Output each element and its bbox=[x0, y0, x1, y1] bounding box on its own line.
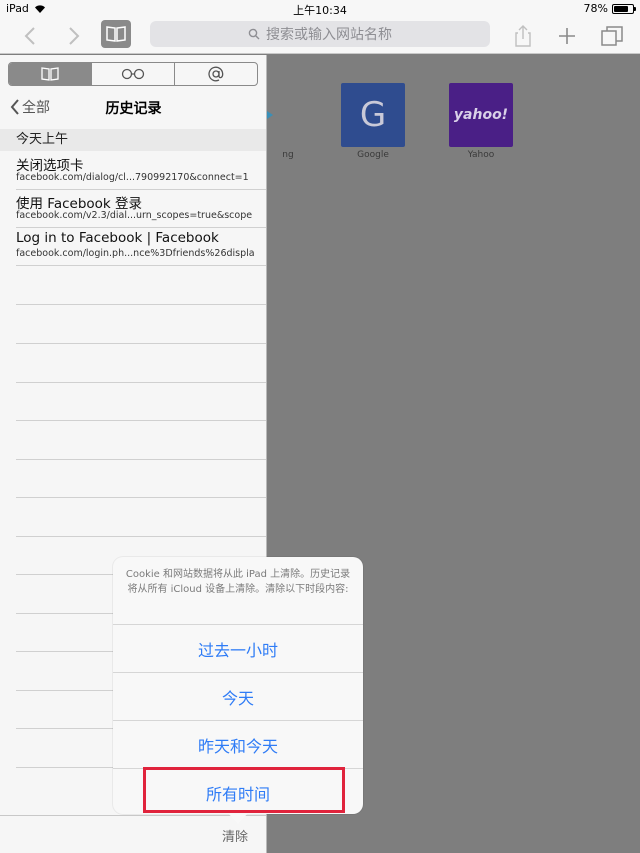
clear-history-button[interactable]: 清除 bbox=[222, 826, 248, 845]
tabs-icon bbox=[601, 26, 623, 46]
favorite-name: Google bbox=[357, 150, 389, 160]
shared-links-icon bbox=[208, 66, 224, 82]
yahoo-icon: yahoo! bbox=[449, 83, 513, 147]
option-today[interactable]: 今天 bbox=[113, 672, 363, 720]
popover-message: Cookie 和网站数据将从此 iPad 上清除。历史记录将从所有 iCloud… bbox=[125, 569, 351, 595]
favorite-tile-google[interactable]: G Google bbox=[341, 83, 405, 160]
reading-list-icon bbox=[121, 68, 145, 80]
empty-row-divider bbox=[16, 536, 266, 537]
history-url: facebook.com/dialog/cl...790992170&conne… bbox=[16, 172, 249, 183]
share-button[interactable] bbox=[512, 18, 534, 54]
tab-bookmarks[interactable] bbox=[9, 63, 91, 85]
favorite-name: ng bbox=[282, 150, 294, 160]
tab-shared-links[interactable] bbox=[174, 63, 257, 85]
empty-row-divider bbox=[16, 382, 266, 383]
popover-arrow bbox=[227, 812, 249, 824]
empty-row-divider bbox=[16, 420, 266, 421]
address-placeholder: 搜索或输入网站名称 bbox=[266, 27, 392, 43]
plus-icon bbox=[559, 28, 575, 44]
empty-row-divider bbox=[16, 304, 266, 305]
search-icon bbox=[248, 28, 260, 40]
forward-button[interactable] bbox=[64, 18, 84, 54]
status-right: 78% bbox=[583, 2, 636, 15]
history-row[interactable]: 使用 Facebook 登录 facebook.com/v2.3/dial...… bbox=[16, 190, 266, 228]
battery-icon bbox=[612, 3, 636, 14]
bookmarks-icon bbox=[41, 67, 59, 81]
favorite-tile-yahoo[interactable]: yahoo! Yahoo bbox=[449, 83, 513, 160]
option-yesterday-and-today[interactable]: 昨天和今天 bbox=[113, 720, 363, 768]
page-title: 历史记录 bbox=[105, 101, 162, 117]
status-bar: iPad 上午10:34 78% bbox=[0, 0, 640, 18]
bookmarks-button[interactable] bbox=[101, 20, 131, 48]
chevron-right-icon bbox=[69, 27, 80, 45]
tabs-button[interactable] bbox=[600, 18, 624, 54]
history-row[interactable]: 关闭选项卡 facebook.com/dialog/cl...790992170… bbox=[16, 152, 266, 190]
empty-row-divider bbox=[16, 459, 266, 460]
option-last-hour[interactable]: 过去一小时 bbox=[113, 624, 363, 672]
history-title: 使用 Facebook 登录 bbox=[16, 196, 143, 212]
empty-row-divider bbox=[16, 497, 266, 498]
history-section-header: 今天上午 bbox=[0, 129, 266, 151]
annotation-highlight-box bbox=[143, 767, 345, 813]
history-url: facebook.com/v2.3/dial...urn_scopes=true… bbox=[16, 210, 253, 221]
status-time: 上午10:34 bbox=[293, 4, 347, 17]
history-title: 关闭选项卡 bbox=[16, 158, 84, 174]
tab-reading-list[interactable] bbox=[91, 63, 174, 85]
history-row[interactable]: Log in to Facebook | Facebook facebook.c… bbox=[16, 228, 266, 266]
address-bar[interactable]: 搜索或输入网站名称 bbox=[150, 21, 490, 47]
share-icon bbox=[515, 25, 531, 47]
sidebar-segmented-control bbox=[8, 62, 258, 86]
history-url: facebook.com/login.ph...nce%3Dfriends%26… bbox=[16, 248, 255, 259]
battery-percent: 78% bbox=[583, 2, 608, 15]
history-title: Log in to Facebook | Facebook bbox=[16, 230, 219, 246]
empty-row-divider bbox=[16, 343, 266, 344]
chevron-left-icon bbox=[24, 27, 35, 45]
battery-fill bbox=[614, 5, 629, 12]
back-button[interactable] bbox=[20, 18, 40, 54]
google-icon: G bbox=[341, 83, 405, 147]
sidebar-nav-bar: 全部 历史记录 bbox=[0, 91, 266, 131]
new-tab-button[interactable] bbox=[556, 18, 578, 54]
browser-toolbar: 搜索或输入网站名称 bbox=[0, 18, 640, 54]
book-icon bbox=[106, 26, 126, 42]
favorite-name: Yahoo bbox=[467, 150, 495, 160]
